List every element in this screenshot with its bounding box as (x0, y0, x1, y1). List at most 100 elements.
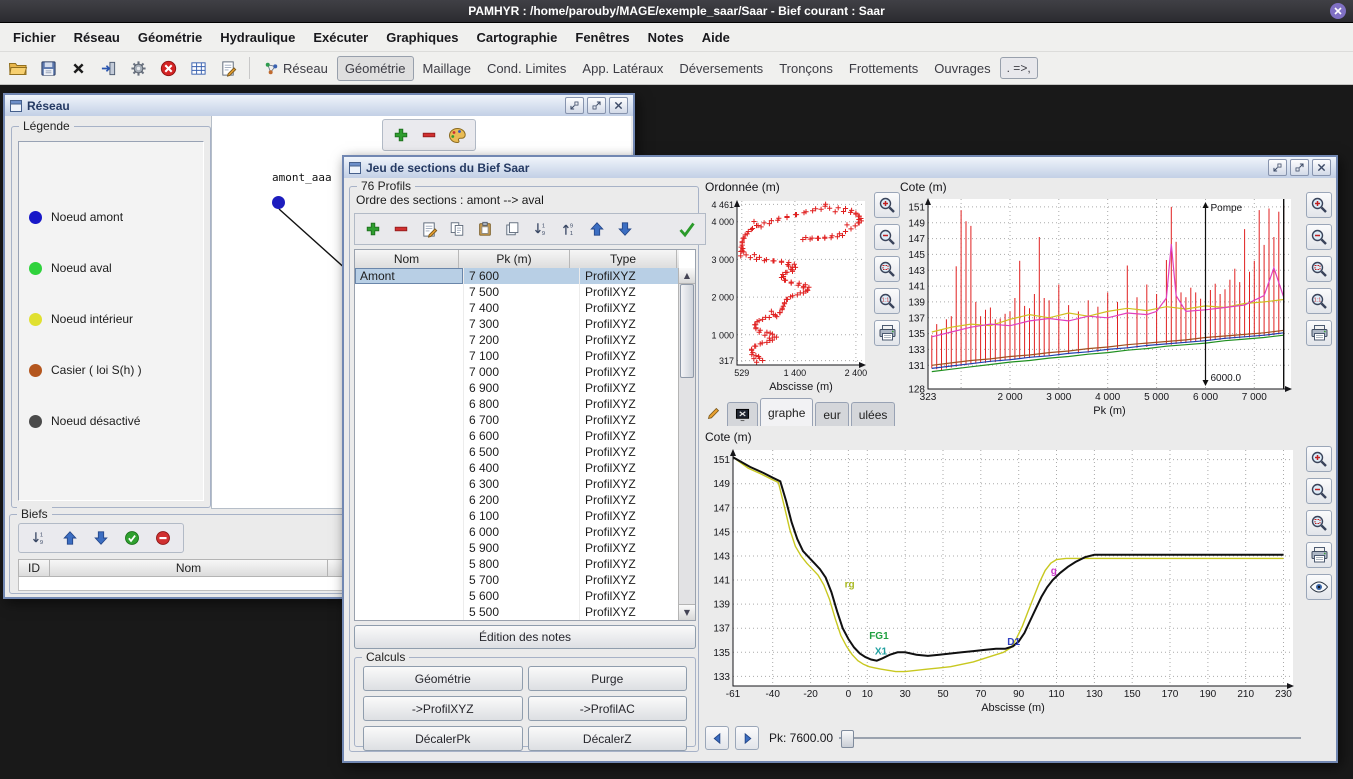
minimize-button[interactable] (1268, 159, 1287, 176)
g-om-trie-button[interactable]: Géométrie (363, 666, 523, 691)
zoom-in-button[interactable] (1306, 446, 1332, 472)
zoom-box-button[interactable] (1306, 510, 1332, 536)
table-row[interactable]: 5 900ProfilXYZ (355, 540, 679, 556)
app-close-button[interactable] (1330, 3, 1346, 19)
table-button[interactable] (184, 55, 212, 81)
graph-tab-graphe[interactable]: graphe (760, 398, 813, 426)
edit-button[interactable] (417, 217, 441, 241)
print-button[interactable] (1306, 320, 1332, 346)
zoom-box-button[interactable] (1306, 256, 1332, 282)
node-amont[interactable] (272, 196, 285, 209)
slider-thumb[interactable] (841, 730, 854, 748)
scroll-thumb[interactable] (680, 284, 694, 378)
table-row[interactable]: 5 600ProfilXYZ (355, 588, 679, 604)
menu-item-aide[interactable]: Aide (693, 26, 739, 49)
purge-button[interactable]: Purge (528, 666, 688, 691)
toolbar-button-item[interactable]: . =>, (1000, 57, 1038, 79)
table-row[interactable]: 6 100ProfilXYZ (355, 508, 679, 524)
close-button[interactable] (1312, 159, 1331, 176)
minimize-button[interactable] (565, 97, 584, 114)
table-row[interactable]: 5 500ProfilXYZ (355, 604, 679, 620)
graph-tab-ul-es[interactable]: ulées (851, 402, 896, 426)
graph-tab-icon[interactable] (727, 402, 758, 426)
long-profile-plot[interactable]: 1511491471451431411391371351331311283232… (900, 193, 1301, 425)
graph-tab-eur[interactable]: eur (815, 402, 848, 426)
menu-item-fichier[interactable]: Fichier (4, 26, 65, 49)
move-up-button[interactable] (58, 526, 82, 550)
move-up-button[interactable] (585, 217, 609, 241)
annotate-button[interactable] (703, 402, 723, 424)
table-row[interactable]: Amont7 600ProfilXYZ (355, 268, 679, 284)
zoom-in-button[interactable] (1306, 192, 1332, 218)
table-row[interactable]: 6 700ProfilXYZ (355, 412, 679, 428)
menu-item-notes[interactable]: Notes (639, 26, 693, 49)
table-row[interactable]: 6 400ProfilXYZ (355, 460, 679, 476)
table-row[interactable]: 7 000ProfilXYZ (355, 364, 679, 380)
duplicate-button[interactable] (501, 217, 525, 241)
menu-item-ex-cuter[interactable]: Exécuter (304, 26, 377, 49)
settings-button[interactable] (124, 55, 152, 81)
zoom-box-button[interactable] (874, 256, 900, 282)
menu-item-cartographie[interactable]: Cartographie (467, 26, 566, 49)
table-row[interactable]: 6 000ProfilXYZ (355, 524, 679, 540)
scroll-down-arrow[interactable]: ▼ (679, 604, 695, 620)
zoom-in-button[interactable] (874, 192, 900, 218)
print-button[interactable] (874, 320, 900, 346)
eye-button[interactable] (1306, 574, 1332, 600)
add-button[interactable] (361, 217, 385, 241)
menu-item-r-seau[interactable]: Réseau (65, 26, 129, 49)
edition-notes-button[interactable]: Édition des notes (354, 625, 696, 649)
palette-button[interactable] (445, 123, 469, 147)
toolbar-button-tron-ons[interactable]: Tronçons (772, 57, 840, 80)
enable-button[interactable] (120, 526, 144, 550)
d-calerz-button[interactable]: DécalerZ (528, 726, 688, 751)
table-row[interactable]: 6 300ProfilXYZ (355, 476, 679, 492)
menu-item-fen-tres[interactable]: Fenêtres (566, 26, 638, 49)
table-row[interactable]: 5 700ProfilXYZ (355, 572, 679, 588)
copy-button[interactable] (445, 217, 469, 241)
paste-button[interactable] (473, 217, 497, 241)
toolbar-button-app-lat-raux[interactable]: App. Latéraux (575, 57, 670, 80)
open-button[interactable] (4, 55, 32, 81)
remove-button[interactable] (389, 217, 413, 241)
d-calerpk-button[interactable]: DécalerPk (363, 726, 523, 751)
table-row[interactable]: 7 200ProfilXYZ (355, 332, 679, 348)
add-button[interactable] (389, 123, 413, 147)
table-row[interactable]: 6 800ProfilXYZ (355, 396, 679, 412)
cross-section-plot[interactable]: 151149147145143141139137135133-61-40-200… (703, 444, 1303, 722)
menu-item-hydraulique[interactable]: Hydraulique (211, 26, 304, 49)
table-scrollbar[interactable]: ▲ ▼ (678, 268, 695, 620)
zoom-out-button[interactable] (874, 224, 900, 250)
sort-desc-button[interactable]: 19 (529, 217, 553, 241)
zoom-out-button[interactable] (1306, 478, 1332, 504)
table-row[interactable]: 7 300ProfilXYZ (355, 316, 679, 332)
zoom-one-button[interactable]: 1:1 (874, 288, 900, 314)
zoom-out-button[interactable] (1306, 224, 1332, 250)
zoom-one-button[interactable]: 1:1 (1306, 288, 1332, 314)
menu-item-graphiques[interactable]: Graphiques (377, 26, 467, 49)
toolbar-button-frottements[interactable]: Frottements (842, 57, 925, 80)
maximize-button[interactable] (587, 97, 606, 114)
plan-plot[interactable]: 4 4614 0003 0002 0001 0003175291 4002 40… (701, 193, 871, 399)
stop-button[interactable] (154, 55, 182, 81)
next-profile-button[interactable] (735, 726, 759, 750)
reseau-window-titlebar[interactable]: Réseau (5, 95, 633, 117)
save-button[interactable] (34, 55, 62, 81)
remove-button[interactable] (417, 123, 441, 147)
move-down-button[interactable] (89, 526, 113, 550)
pk-slider[interactable] (839, 728, 1301, 748)
toolbar-button-maillage[interactable]: Maillage (416, 57, 478, 80)
delete-button[interactable] (64, 55, 92, 81)
table-row[interactable]: 6 200ProfilXYZ (355, 492, 679, 508)
maximize-button[interactable] (1290, 159, 1309, 176)
toolbar-button-g-om-trie[interactable]: Géométrie (337, 56, 414, 81)
disable-button[interactable] (151, 526, 175, 550)
table-row[interactable]: 7 500ProfilXYZ (355, 284, 679, 300)
sections-window-titlebar[interactable]: Jeu de sections du Bief Saar (344, 157, 1336, 179)
toolbar-button-r-seau[interactable]: Réseau (257, 57, 335, 80)
profilxyz-button[interactable]: ->ProfilXYZ (363, 696, 523, 721)
toolbar-button-cond-limites[interactable]: Cond. Limites (480, 57, 573, 80)
scroll-up-arrow[interactable]: ▲ (679, 268, 695, 284)
sort-desc-button[interactable]: 19 (27, 526, 51, 550)
import-button[interactable] (94, 55, 122, 81)
